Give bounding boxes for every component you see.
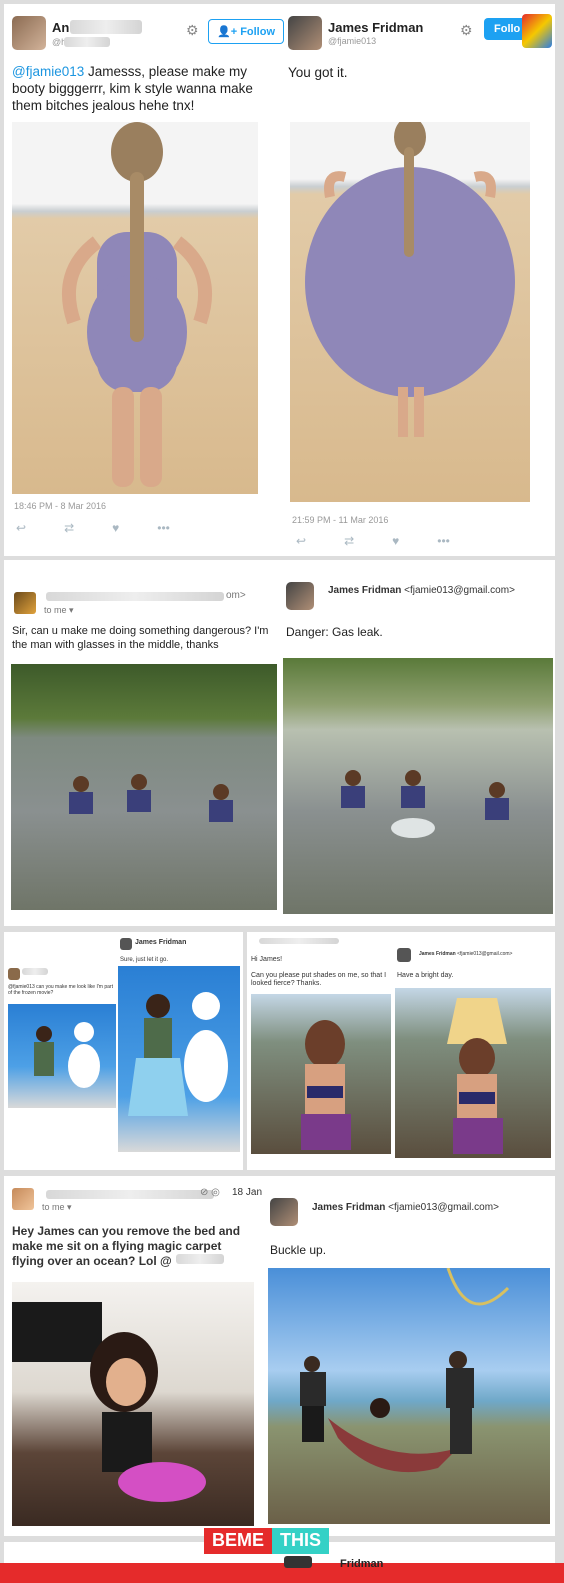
woman-illustration xyxy=(61,122,213,487)
partial-avatar xyxy=(284,1556,312,1568)
tweet-timestamp: 21:59 PM - 11 Mar 2016 xyxy=(292,515,389,525)
sender-email-tail: om> xyxy=(226,590,246,601)
blurred-name xyxy=(70,20,142,34)
frozen-illustration xyxy=(34,1022,100,1088)
james-name: James Fridman xyxy=(135,939,187,946)
tweet-timestamp: 18:46 PM - 8 Mar 2016 xyxy=(14,501,107,511)
panel-magic-carpet: ⊘ ◎ 18 Jan to me ▾ Hey James can you rem… xyxy=(4,1176,555,1536)
email-sender: James Fridman <fjamie013@gmail.com> xyxy=(419,951,513,957)
tweet-photo[interactable] xyxy=(12,122,258,494)
river-photo[interactable] xyxy=(11,664,277,910)
mention-link[interactable]: @fjamie013 xyxy=(12,64,84,79)
like-icon[interactable]: ♥ xyxy=(112,521,119,535)
more-icon[interactable]: ••• xyxy=(157,521,170,535)
dropdown-icon[interactable]: ▾ xyxy=(69,605,74,615)
james-handle: @fjamie013 xyxy=(328,36,377,46)
corner-logo-icon xyxy=(522,14,552,48)
user-avatar[interactable] xyxy=(8,968,20,980)
panel-tweets: An @h ⚙ 👤+ Follow @fjamie013 Jamesss, pl… xyxy=(4,4,555,556)
attachment-icon[interactable]: ⊘ ◎ xyxy=(200,1187,220,1198)
james-avatar[interactable] xyxy=(397,948,411,962)
partial-name: Fridman xyxy=(340,1558,384,1570)
blurred-handle xyxy=(64,37,110,47)
blurred-mention xyxy=(176,1254,224,1264)
bedroom-photo[interactable] xyxy=(12,1282,254,1526)
river-people-illustration xyxy=(69,774,233,822)
add-user-icon: 👤+ xyxy=(217,26,238,38)
james-avatar[interactable] xyxy=(286,582,314,610)
james-avatar[interactable] xyxy=(270,1198,298,1226)
tweet-text: Sure, just let it go. xyxy=(120,957,169,963)
tweet-photo[interactable] xyxy=(290,122,530,502)
james-avatar[interactable] xyxy=(288,16,322,50)
blurred-sender xyxy=(46,1190,214,1199)
sender-avatar[interactable] xyxy=(14,592,36,614)
reply-icon[interactable]: ↩ xyxy=(16,521,26,535)
frozen-photo[interactable] xyxy=(8,1004,116,1108)
email-body: Sir, can u make me doing something dange… xyxy=(12,625,269,651)
retweet-icon[interactable]: ⇄ xyxy=(64,521,74,535)
tweet-actions: ↩ ⇄ ♥ ••• xyxy=(16,521,170,535)
sender-avatar[interactable] xyxy=(12,1188,34,1210)
beach-carpet-photo[interactable] xyxy=(268,1268,550,1524)
beme-this-watermark: BEME THIS xyxy=(204,1528,330,1554)
watermark-this: THIS xyxy=(272,1528,330,1554)
gear-icon[interactable]: ⚙ xyxy=(186,22,199,39)
email-reply: Have a bright day. xyxy=(397,972,454,979)
dropdown-icon[interactable]: ▾ xyxy=(67,1202,72,1212)
james-name[interactable]: James Fridman xyxy=(328,20,423,35)
river-gas-illustration xyxy=(341,770,509,838)
blurred-sender xyxy=(259,938,339,944)
watermark-beme: BEME xyxy=(204,1528,273,1554)
blurred-name xyxy=(22,968,48,975)
panel-sunglasses: Hi James! Can you please put shades on m… xyxy=(247,932,555,1170)
email-body: Danger: Gas leak. xyxy=(286,625,383,639)
follow-button[interactable]: 👤+ Follow xyxy=(208,19,285,44)
cafe-woman-illustration xyxy=(301,1020,351,1150)
more-icon[interactable]: ••• xyxy=(437,534,450,548)
email-body: Can you please put shades on me, so that… xyxy=(251,972,387,987)
tweet-text: @fjamie013 Jamesss, please make my booty… xyxy=(12,64,253,113)
woman-balloon-illustration xyxy=(305,122,515,437)
reply-icon[interactable]: ↩ xyxy=(296,534,306,548)
cafe-photo[interactable] xyxy=(251,994,391,1154)
like-icon[interactable]: ♥ xyxy=(392,534,399,548)
bedroom-woman-illustration xyxy=(12,1302,206,1502)
frozen-edited-photo[interactable] xyxy=(118,966,240,1152)
cafe-lamp-illustration xyxy=(447,998,507,1154)
blurred-sender xyxy=(46,592,224,601)
email-greeting: Hi James! xyxy=(251,956,283,963)
user-name[interactable]: An xyxy=(52,20,69,35)
email-sender: James Fridman <fjamie013@gmail.com> xyxy=(312,1202,499,1213)
frozen-elsa-illustration xyxy=(128,992,228,1116)
recipient-line[interactable]: to me ▾ xyxy=(42,1202,72,1213)
email-sender: James Fridman <fjamie013@gmail.com> xyxy=(328,585,515,596)
email-date: 18 Jan xyxy=(232,1187,263,1198)
river-edited-photo[interactable] xyxy=(283,658,553,914)
panel-emails-river: om> to me ▾ Sir, can u make me doing som… xyxy=(4,560,555,926)
tweet-text: @fjamie013 can you make me look like I'm… xyxy=(8,984,113,996)
tweet-text: You got it. xyxy=(288,65,348,80)
beach-carpet-illustration xyxy=(300,1268,510,1473)
retweet-icon[interactable]: ⇄ xyxy=(344,534,354,548)
gear-icon[interactable]: ⚙ xyxy=(460,22,473,39)
recipient-line[interactable]: to me ▾ xyxy=(44,605,74,616)
user-avatar[interactable] xyxy=(12,16,46,50)
bottom-red-bar xyxy=(0,1563,564,1583)
tweet-actions: ↩ ⇄ ♥ ••• xyxy=(296,534,450,548)
panel-frozen: @fjamie013 can you make me look like I'm… xyxy=(4,932,243,1170)
email-body: Buckle up. xyxy=(270,1243,327,1257)
cafe-lamp-photo[interactable] xyxy=(395,988,551,1158)
james-avatar[interactable] xyxy=(120,938,132,950)
